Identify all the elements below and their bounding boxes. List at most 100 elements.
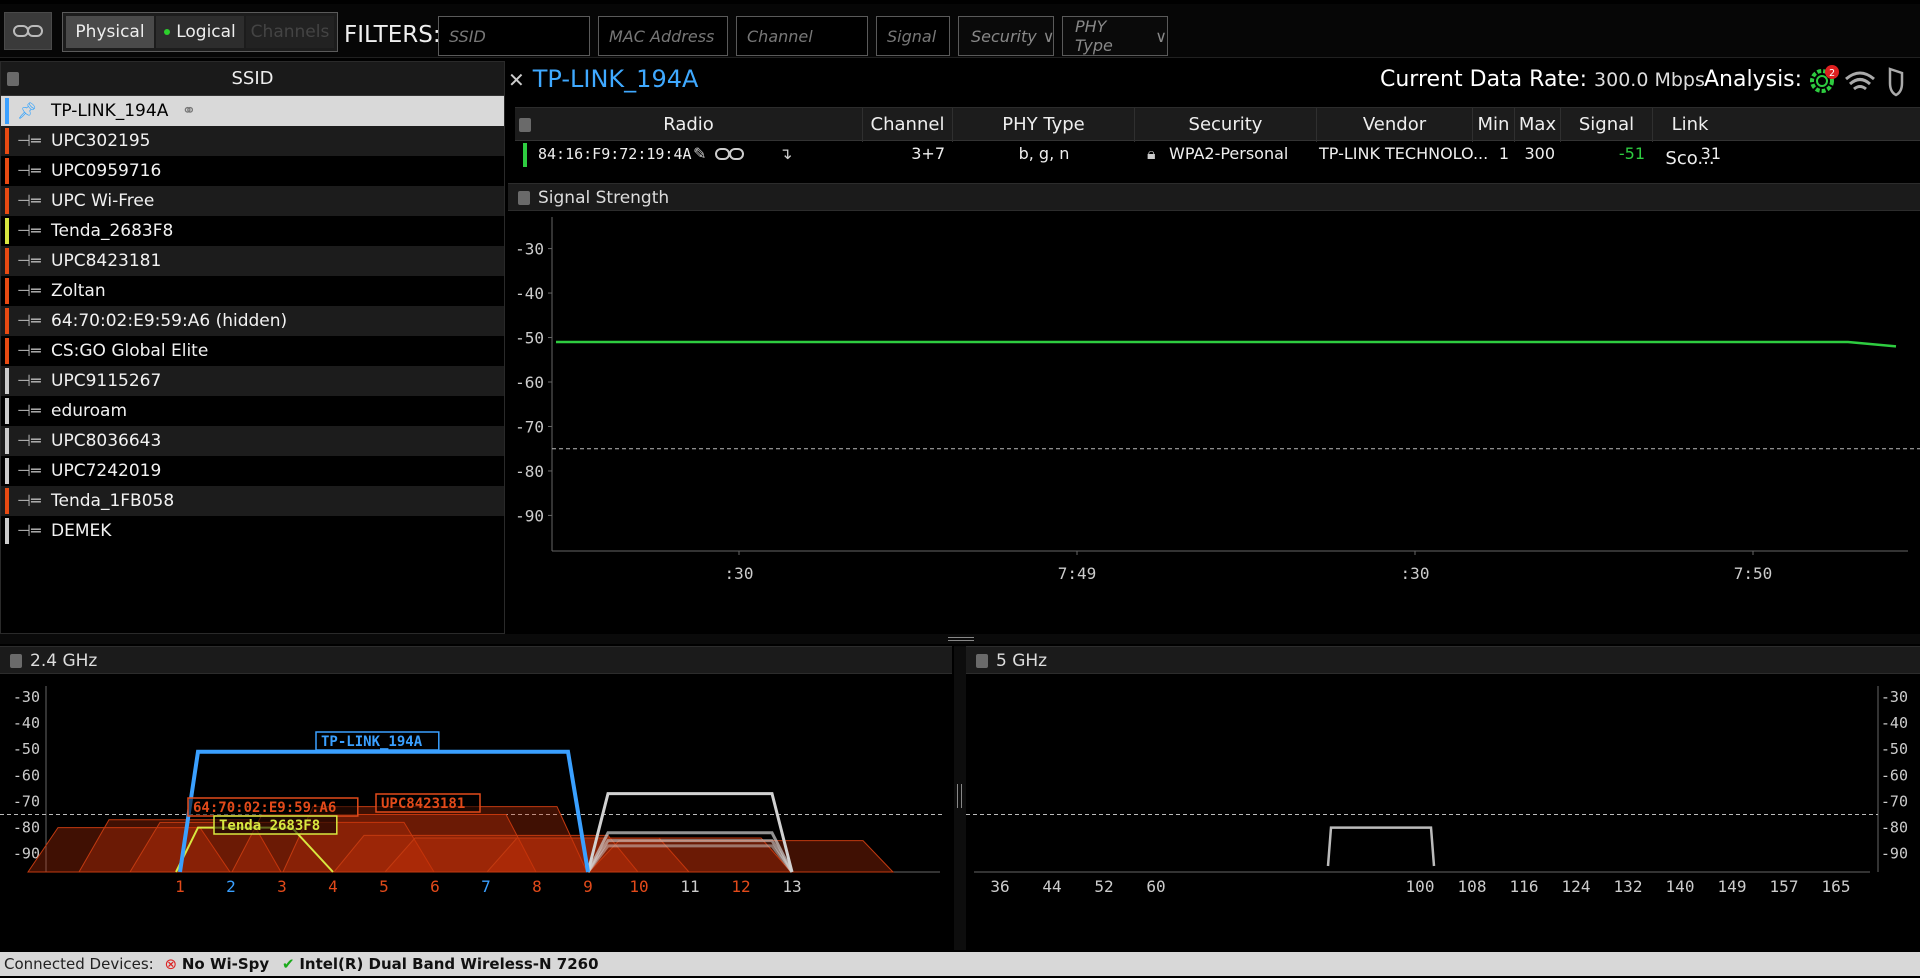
col-signal[interactable]: Signal bbox=[1561, 108, 1653, 142]
status-bar: Connected Devices: ⊗ No Wi-Spy ✔ Intel(R… bbox=[0, 952, 1920, 976]
ssid-row[interactable]: ⊣═ UPC8036643 bbox=[1, 426, 504, 456]
ssid-name: eduroam bbox=[51, 401, 128, 421]
pin-icon[interactable]: 📌︎ bbox=[17, 96, 37, 126]
horizontal-splitter[interactable] bbox=[0, 634, 1920, 644]
filter-security-dropdown[interactable]: Security ∨ bbox=[958, 16, 1054, 56]
signal-strength-chart: -30 -40 -50 -60 -70 -80 -90:30 7:49:30 7:50 bbox=[515, 217, 1920, 583]
active-dot-icon bbox=[164, 29, 171, 35]
unpinned-icon[interactable]: ⊣═ bbox=[17, 336, 41, 366]
unpinned-icon[interactable]: ⊣═ bbox=[17, 366, 41, 396]
filter-channel-input[interactable]: Channel bbox=[736, 16, 868, 56]
ssid-row[interactable]: ⊣═ UPC7242019 bbox=[1, 456, 504, 486]
alert-badge-count: 2 bbox=[1829, 68, 1835, 79]
channel-label: 2 bbox=[226, 877, 236, 896]
col-channel[interactable]: Channel bbox=[863, 108, 953, 142]
expand-arrow-icon[interactable]: ↴ bbox=[779, 141, 792, 173]
col-vendor[interactable]: Vendor bbox=[1317, 108, 1473, 142]
signal-color-bar bbox=[5, 428, 9, 454]
ssid-row[interactable]: ⊣═ eduroam bbox=[1, 396, 504, 426]
device-intel-adapter[interactable]: Intel(R) Dual Band Wireless-N 7260 bbox=[299, 955, 598, 973]
vertical-splitter[interactable] bbox=[954, 646, 966, 950]
unpinned-icon[interactable]: ⊣═ bbox=[17, 486, 41, 516]
link-icon bbox=[13, 25, 43, 37]
cell-max: 300 bbox=[1524, 144, 1555, 163]
channel-label: 60 bbox=[1146, 877, 1165, 896]
filter-security-label: Security bbox=[971, 26, 1037, 46]
unpinned-icon[interactable]: ⊣═ bbox=[17, 306, 41, 336]
signal-color-bar bbox=[5, 518, 9, 544]
unpinned-icon[interactable]: ⊣═ bbox=[17, 246, 41, 276]
x-tick-label: :30 bbox=[725, 564, 754, 583]
col-min[interactable]: Min bbox=[1473, 108, 1515, 142]
channel-label: 6 bbox=[430, 877, 440, 896]
channel-label: 132 bbox=[1614, 877, 1643, 896]
grip-icon bbox=[948, 637, 974, 641]
col-security[interactable]: Security bbox=[1135, 108, 1317, 142]
unpinned-icon[interactable]: ⊣═ bbox=[17, 216, 41, 246]
ssid-name: Tenda_1FB058 bbox=[51, 491, 175, 511]
unpinned-icon[interactable]: ⊣═ bbox=[17, 396, 41, 426]
x-tick-label: 7:49 bbox=[1058, 564, 1097, 583]
ssid-name: UPC8423181 bbox=[51, 251, 162, 271]
view-mode-switch: Physical Logical Channels bbox=[62, 12, 338, 52]
view-physical-button[interactable]: Physical bbox=[66, 16, 154, 48]
link-toggle-button[interactable] bbox=[4, 12, 52, 50]
label-tenda: Tenda 2683F8 bbox=[219, 818, 320, 834]
band24-chart: -30-40-50-60-70-80-901 2 3 4 5 6 7 8 9 10 11 12 13TP… bbox=[0, 686, 944, 896]
wifi-icon[interactable] bbox=[1845, 71, 1875, 91]
x-tick-label: :30 bbox=[1401, 564, 1430, 583]
signal-color-bar bbox=[5, 488, 9, 514]
ssid-name: TP-LINK_194A bbox=[51, 101, 169, 121]
shield-icon[interactable] bbox=[1888, 67, 1904, 97]
unpinned-icon[interactable]: ⊣═ bbox=[17, 126, 41, 156]
view-logical-button[interactable]: Logical bbox=[156, 16, 244, 48]
signal-color-bar bbox=[5, 128, 9, 154]
unpinned-icon[interactable]: ⊣═ bbox=[17, 456, 41, 486]
close-icon[interactable]: ✕ bbox=[508, 68, 525, 92]
col-max[interactable]: Max bbox=[1515, 108, 1561, 142]
ssid-column-header[interactable]: SSID bbox=[1, 62, 504, 96]
ssid-row[interactable]: ⊣═ UPC8423181 bbox=[1, 246, 504, 276]
col-phy-type[interactable]: PHY Type bbox=[953, 108, 1135, 142]
col-radio[interactable]: Radio bbox=[515, 108, 863, 142]
channel-label: 11 bbox=[680, 877, 699, 896]
unpinned-icon[interactable]: ⊣═ bbox=[17, 156, 41, 186]
ssid-row[interactable]: ⊣═ UPC302195 bbox=[1, 126, 504, 156]
unpinned-icon[interactable]: ⊣═ bbox=[17, 426, 41, 456]
ssid-row[interactable]: ⊣═ Tenda_2683F8 bbox=[1, 216, 504, 246]
ssid-row[interactable]: ⊣═ Zoltan bbox=[1, 276, 504, 306]
ssid-row[interactable]: ⊣═ 64:70:02:E9:59:A6 (hidden) bbox=[1, 306, 504, 336]
link-icon[interactable]: ⚭ bbox=[176, 101, 196, 121]
filter-mac-input[interactable]: MAC Address bbox=[598, 16, 728, 56]
unpinned-icon[interactable]: ⊣═ bbox=[17, 276, 41, 306]
ssid-row[interactable]: ⊣═ DEMEK bbox=[1, 516, 504, 546]
col-link-score[interactable]: Link Sco... bbox=[1653, 108, 1727, 169]
channel-label: 13 bbox=[782, 877, 801, 896]
ssid-row[interactable]: ⊣═ Tenda_1FB058 bbox=[1, 486, 504, 516]
view-channels-button[interactable]: Channels bbox=[246, 16, 334, 48]
y-tick-label: -50 bbox=[1881, 740, 1908, 758]
ssid-name: CS:GO Global Elite bbox=[51, 341, 209, 361]
device-wispy[interactable]: No Wi-Spy bbox=[182, 955, 269, 973]
filter-signal-input[interactable]: Signal bbox=[876, 16, 950, 56]
edit-icon[interactable]: ✎ bbox=[693, 141, 706, 173]
ssid-row[interactable]: ⊣═ UPC9115267 bbox=[1, 366, 504, 396]
link-icon[interactable] bbox=[715, 147, 745, 161]
ssid-row[interactable]: ⊣═ CS:GO Global Elite bbox=[1, 336, 504, 366]
unpinned-icon[interactable]: ⊣═ bbox=[17, 186, 41, 216]
filter-ssid-input[interactable]: SSID bbox=[438, 16, 590, 56]
y-tick-label: -50 bbox=[13, 740, 40, 758]
ssid-row[interactable]: ⊣═ UPC0959716 bbox=[1, 156, 504, 186]
ssid-name: UPC302195 bbox=[51, 131, 151, 151]
cell-channel: 3+7 bbox=[911, 144, 945, 163]
ssid-name: UPC0959716 bbox=[51, 161, 162, 181]
signal-strength-header: Signal Strength bbox=[508, 183, 1920, 211]
unpinned-icon[interactable]: ⊣═ bbox=[17, 516, 41, 546]
ssid-row[interactable]: 📌︎ TP-LINK_194A ⚭ bbox=[1, 96, 504, 126]
radio-row[interactable]: 84:16:F9:72:19:4A ✎ ↴ 3+7 b, g, n 🔒︎ WPA… bbox=[515, 141, 1920, 173]
ssid-row[interactable]: ⊣═ UPC Wi-Free bbox=[1, 186, 504, 216]
signal-color-bar bbox=[5, 368, 9, 394]
filter-phy-dropdown[interactable]: PHY Type ∨ bbox=[1062, 16, 1168, 56]
channel-label: 4 bbox=[328, 877, 338, 896]
channel-label: 1 bbox=[175, 877, 185, 896]
